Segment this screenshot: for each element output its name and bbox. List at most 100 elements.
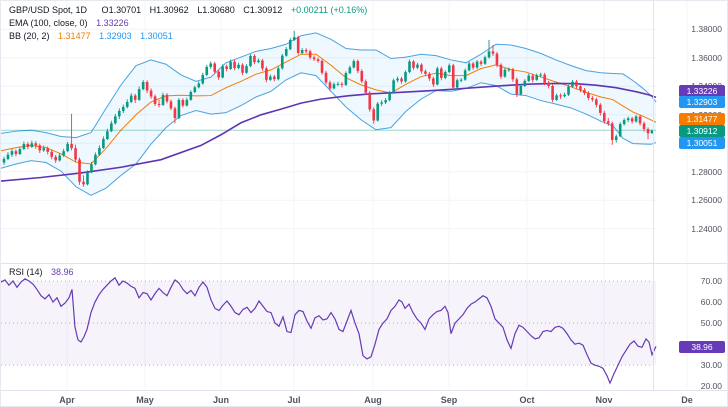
candle-body [420, 65, 423, 72]
candle-body [162, 95, 165, 105]
candle-body [182, 100, 185, 106]
candle-body [364, 81, 367, 92]
rsi-tick-label: 30.00 [701, 360, 722, 370]
candle-body [571, 82, 574, 87]
candle-body [595, 99, 598, 104]
candle-body [337, 84, 340, 85]
candle-body [50, 152, 53, 157]
candle-body [539, 75, 542, 76]
candle-body [388, 93, 391, 101]
candle-body [158, 104, 161, 105]
candle-body [619, 124, 622, 136]
legend-row-symbol[interactable]: GBP/USD Spot, 1D O1.30701 H1.30962 L1.30… [9, 4, 367, 17]
candle-body [357, 61, 360, 71]
candle-body [221, 66, 224, 77]
price-tick-label: 1.36000 [691, 53, 722, 63]
candle-body [82, 182, 85, 185]
candle-body [245, 66, 248, 73]
close-value: 1.30912 [250, 5, 283, 15]
candle-body [372, 109, 375, 120]
bb-basis-value: 1.31477 [58, 31, 91, 41]
candle-body [313, 58, 316, 60]
ema-indicator-value: 1.33226 [96, 18, 129, 28]
candle-body [35, 143, 38, 145]
candle-body [106, 131, 109, 139]
candle-body [516, 79, 519, 94]
candle-body [599, 105, 602, 113]
legend-row-ema[interactable]: EMA (100, close, 0) 1.33226 [9, 17, 367, 30]
rsi-tick-label: 20.00 [701, 381, 722, 391]
candle-body [23, 144, 26, 149]
candle-body [615, 136, 618, 140]
candle-body [94, 155, 97, 165]
candle-body [118, 111, 121, 116]
candle-body [444, 72, 447, 78]
candle-body [7, 155, 10, 159]
symbol-title: GBP/USD Spot, 1D [9, 5, 87, 15]
candle-body [404, 72, 407, 81]
open-label: O [102, 5, 109, 15]
candle-body [19, 149, 22, 154]
candle-body [3, 159, 6, 163]
candle-body [392, 80, 395, 92]
candle-body [130, 96, 133, 102]
rsi-tick-label: 50.00 [701, 318, 722, 328]
candle-body [110, 123, 113, 131]
candle-body [368, 93, 371, 110]
candle-body [567, 87, 570, 95]
open-value: 1.30701 [109, 5, 142, 15]
candle-body [424, 71, 427, 73]
candle-body [86, 173, 89, 185]
candle-body [126, 102, 129, 107]
rsi-tick-label: 70.00 [701, 276, 722, 286]
candle-body [138, 89, 141, 100]
candle-body [134, 96, 137, 100]
candle-body [527, 76, 530, 81]
candle-body [233, 62, 236, 68]
candle-body [150, 91, 153, 97]
price-tick-label: 1.28000 [691, 167, 722, 177]
legend-row-bb[interactable]: BB (20, 2) 1.31477 1.32903 1.30051 [9, 30, 367, 43]
month-label: Nov [595, 395, 612, 405]
candle-body [273, 77, 276, 80]
candle-body [611, 123, 614, 140]
candle-body [269, 77, 272, 80]
candle-body [257, 61, 260, 63]
candle-body [476, 62, 479, 68]
candle-body [174, 108, 177, 118]
candle-body [15, 151, 18, 154]
chart-canvas[interactable] [1, 1, 728, 407]
candle-body [213, 64, 216, 72]
low-value: 1.30680 [202, 5, 235, 15]
bb-upper-value: 1.32903 [99, 31, 132, 41]
candle-body [647, 129, 650, 133]
candle-body [146, 82, 149, 91]
candle-body [31, 143, 34, 147]
candle-body [400, 79, 403, 82]
candle-body [583, 90, 586, 93]
candle-body [504, 70, 507, 77]
candle-body [90, 164, 93, 172]
candle-body [452, 65, 455, 87]
trading-chart-widget: GBP/USD Spot, 1D O1.30701 H1.30962 L1.30… [0, 0, 728, 407]
candle-body [353, 61, 356, 67]
candle-body [58, 155, 61, 160]
candle-body [70, 144, 73, 148]
candle-body [579, 86, 582, 90]
month-label: Oct [519, 395, 534, 405]
candle-body [74, 148, 77, 159]
candle-body [325, 73, 328, 83]
candle-body [635, 116, 638, 121]
candle-body [428, 74, 431, 79]
candle-body [416, 65, 419, 68]
candle-body [349, 67, 352, 73]
rsi-legend-row[interactable]: RSI (14) 38.96 [9, 267, 74, 277]
candle-body [205, 67, 208, 75]
candle-body [309, 51, 312, 57]
rsi-value-badge: 38.96 [679, 341, 725, 353]
candle-body [547, 83, 550, 86]
ema-value-badge: 1.33226 [679, 85, 725, 97]
candle-body [603, 113, 606, 121]
candle-body [376, 104, 379, 121]
candle-body [591, 98, 594, 99]
